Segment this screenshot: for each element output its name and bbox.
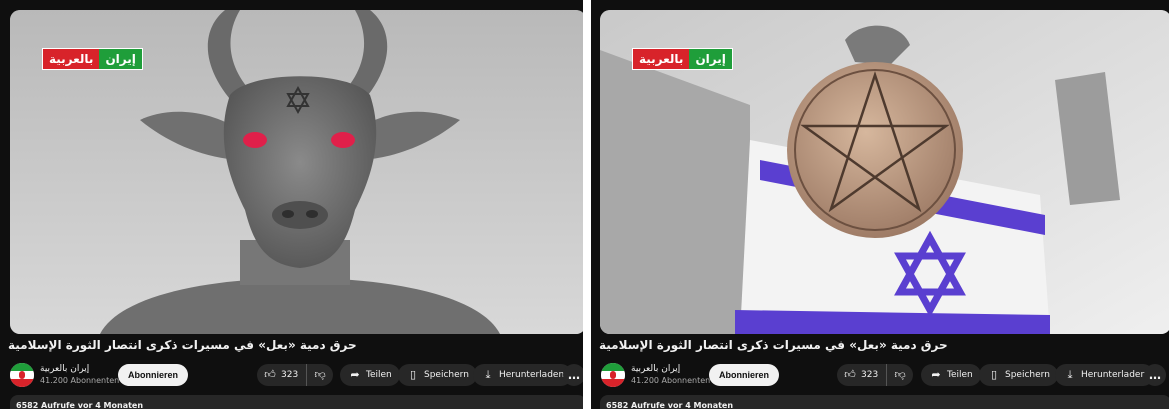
channel-watermark-logo: بالعربية إيران (632, 48, 733, 70)
bookmark-icon: ▯ (409, 368, 417, 381)
video-player[interactable]: بالعربية إيران (10, 10, 583, 334)
video-title: حرق دمية «بعل» في مسيرات ذكرى انتصار الث… (599, 338, 948, 352)
save-label: Speichern (424, 370, 469, 380)
video-title: حرق دمية «بعل» في مسيرات ذكرى انتصار الث… (8, 338, 357, 352)
like-dislike-group: 👍︎ 323 👎︎ (257, 364, 333, 386)
more-horizontal-icon: … (1149, 368, 1161, 382)
download-label: Herunterladen (1081, 370, 1147, 380)
share-label: Teilen (366, 370, 392, 380)
video-panel-left: بالعربية إيران حرق دمية «بعل» في مسيرات … (0, 0, 583, 409)
channel-info[interactable]: إيران بالعربية 41.200 Abonnenten (631, 364, 710, 385)
video-panel-right: بالعربية إيران حرق دمية «بعل» في مسيرات … (591, 0, 1169, 409)
save-label: Speichern (1005, 370, 1050, 380)
more-actions-button[interactable]: … (563, 364, 583, 386)
bookmark-icon: ▯ (990, 368, 998, 381)
logo-green-text: إيران (99, 49, 142, 69)
thumb-up-icon: 👍︎ (264, 368, 276, 381)
views-and-date: 6582 Aufrufe vor 4 Monaten (606, 401, 734, 409)
logo-green-text: إيران (689, 49, 732, 69)
save-button[interactable]: ▯ Speichern (979, 364, 1058, 386)
thumb-down-icon: 👎︎ (314, 368, 326, 381)
like-count: 323 (861, 370, 879, 380)
share-label: Teilen (947, 370, 973, 380)
like-dislike-group: 👍︎ 323 👎︎ (837, 364, 913, 386)
channel-watermark-logo: بالعربية إيران (42, 48, 143, 70)
channel-name[interactable]: إيران بالعربية (631, 364, 710, 374)
subscriber-count: 41.200 Abonnenten (40, 376, 120, 385)
subscriber-count: 41.200 Abonnenten (631, 376, 711, 385)
share-button[interactable]: ➦ Teilen (921, 364, 981, 386)
dislike-button[interactable]: 👎︎ (307, 364, 333, 386)
like-button[interactable]: 👍︎ 323 (837, 364, 888, 386)
views-and-date: 6582 Aufrufe vor 4 Monaten (16, 401, 144, 409)
download-icon: ⤓ (1067, 368, 1073, 381)
like-button[interactable]: 👍︎ 323 (257, 364, 308, 386)
more-actions-button[interactable]: … (1144, 364, 1166, 386)
subscribe-button[interactable]: Abonnieren (709, 364, 780, 386)
download-icon: ⤓ (485, 368, 491, 381)
thumb-down-icon: 👎︎ (894, 368, 906, 381)
download-label: Herunterladen (499, 370, 565, 380)
download-button[interactable]: ⤓ Herunterladen (1055, 364, 1155, 386)
share-arrow-icon: ➦ (350, 368, 360, 381)
share-arrow-icon: ➦ (931, 368, 941, 381)
description-box[interactable]: 6582 Aufrufe vor 4 Monaten (10, 395, 583, 409)
subscribe-button[interactable]: Abonnieren (118, 364, 189, 386)
like-count: 323 (281, 370, 299, 380)
panel-divider (583, 0, 591, 409)
more-horizontal-icon: … (568, 368, 580, 382)
logo-red-text: بالعربية (633, 49, 690, 69)
save-button[interactable]: ▯ Speichern (398, 364, 477, 386)
channel-avatar[interactable] (601, 363, 625, 387)
logo-red-text: بالعربية (43, 49, 100, 69)
description-box[interactable]: 6582 Aufrufe vor 4 Monaten (600, 395, 1169, 409)
channel-name[interactable]: إيران بالعربية (40, 364, 119, 374)
channel-info[interactable]: إيران بالعربية 41.200 Abonnenten (40, 364, 119, 385)
thumb-up-icon: 👍︎ (844, 368, 856, 381)
download-button[interactable]: ⤓ Herunterladen (473, 364, 573, 386)
dislike-button[interactable]: 👎︎ (887, 364, 913, 386)
video-player[interactable]: بالعربية إيران (600, 10, 1169, 334)
channel-avatar[interactable] (10, 363, 34, 387)
share-button[interactable]: ➦ Teilen (340, 364, 400, 386)
